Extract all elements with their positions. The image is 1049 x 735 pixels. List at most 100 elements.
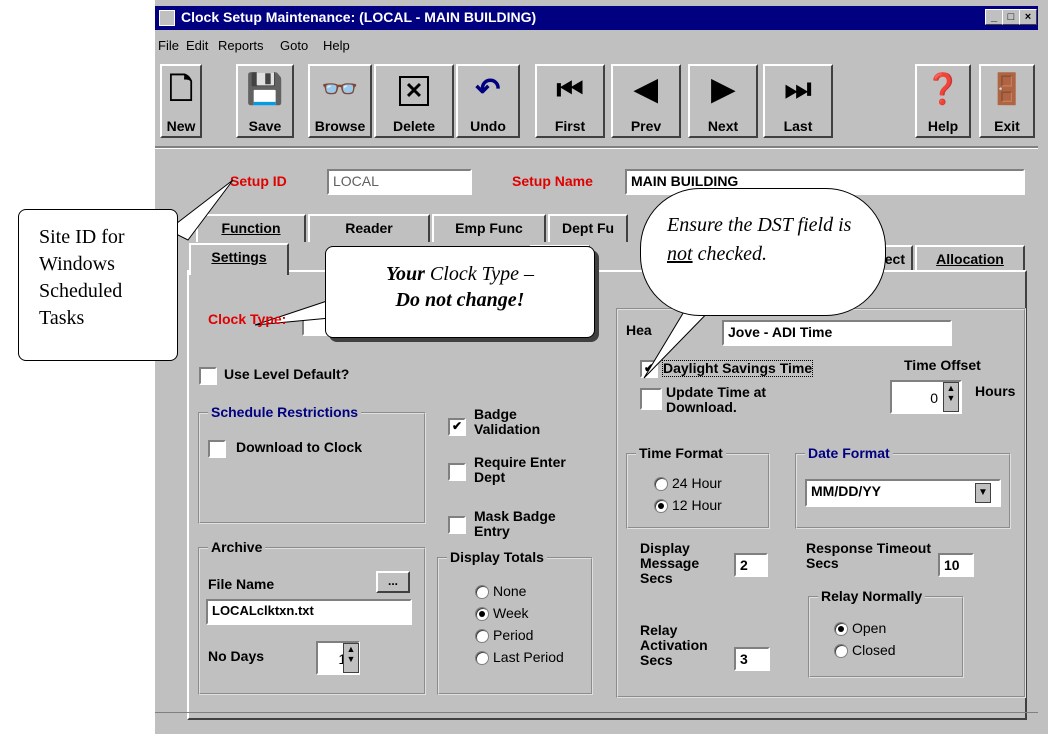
relay-closed-radio[interactable] (834, 644, 848, 658)
binoculars-icon: 👓 (321, 73, 359, 106)
archive-group: Archive File Name ... LOCALclktxn.txt No… (198, 539, 426, 695)
callout-dst-line2: checked. (692, 243, 767, 265)
header-field[interactable]: Jove - ADI Time (722, 320, 952, 346)
setup-name-label: Setup Name (512, 173, 593, 189)
title-bar: Clock Setup Maintenance: (LOCAL - MAIN B… (155, 6, 1038, 30)
download-to-clock-label: Download to Clock (236, 439, 362, 455)
first-button[interactable]: ⏮ First (535, 64, 605, 138)
delete-label: Delete (392, 118, 436, 134)
totals-period-radio[interactable] (475, 629, 489, 643)
save-button[interactable]: 💾 Save (236, 64, 294, 138)
menu-file[interactable]: File (158, 38, 179, 53)
display-totals-group: Display Totals None Week Period Last Per… (437, 549, 593, 695)
totals-none-radio[interactable] (475, 585, 489, 599)
relay-open-label: Open (852, 620, 887, 636)
help-label: Help (927, 118, 959, 134)
tab-emp-func[interactable]: Emp Func (432, 214, 546, 242)
floppy-disk-icon: 💾 (246, 73, 284, 106)
undo-button[interactable]: ↶ Undo (456, 64, 520, 138)
minimize-button[interactable]: _ (985, 9, 1003, 25)
callout-dst-line1: Ensure the DST field is (667, 214, 852, 236)
date-format-select[interactable]: MM/DD/YY (805, 479, 1001, 507)
relay-closed-label: Closed (852, 642, 896, 658)
date-format-dropdown-icon[interactable]: ▼ (975, 483, 991, 503)
time-offset-label: Time Offset (904, 357, 981, 373)
download-to-clock-checkbox[interactable] (208, 440, 226, 458)
relay-activation-label: Relay Activation Secs (640, 622, 708, 668)
relay-normally-title: Relay Normally (818, 588, 926, 604)
delete-button[interactable]: ✕ Delete (374, 64, 454, 138)
tab-allocation[interactable]: Allocation (915, 245, 1025, 273)
response-timeout-label: Response Timeout Secs (806, 540, 931, 571)
no-days-label: No Days (208, 648, 265, 664)
time-offset-spinner[interactable]: ▲ ▼ (943, 382, 959, 412)
totals-week-radio[interactable] (475, 607, 489, 621)
dst-checkbox[interactable]: ✔ (640, 360, 658, 378)
badge-validation-checkbox[interactable]: ✔ (448, 418, 466, 436)
mask-badge-entry-checkbox[interactable] (448, 516, 466, 534)
time-12-radio[interactable] (654, 499, 668, 513)
callout-clock-type-your: Your (386, 263, 425, 285)
archive-title: Archive (208, 539, 266, 555)
totals-none-label: None (493, 583, 527, 599)
new-document-icon: 🗋 (168, 73, 194, 106)
undo-arrow-icon: ↶ (475, 73, 501, 106)
file-browse-button[interactable]: ... (376, 571, 410, 593)
time-24-label: 24 Hour (672, 475, 722, 491)
system-menu-icon[interactable] (159, 10, 175, 26)
callout-clock-type-mid: Clock Type – (424, 263, 534, 285)
use-level-default-checkbox[interactable] (199, 367, 217, 385)
tab-dept-func[interactable]: Dept Fu (548, 214, 628, 242)
date-format-title: Date Format (805, 445, 893, 461)
close-button[interactable]: × (1019, 9, 1037, 25)
status-bar (155, 712, 1038, 735)
first-record-icon: ⏮ (556, 73, 584, 106)
file-name-field[interactable]: LOCALclktxn.txt (206, 599, 412, 625)
tab-function[interactable]: Function (196, 214, 306, 242)
browse-button[interactable]: 👓 Browse (308, 64, 372, 138)
dst-label: Daylight Savings Time (662, 360, 814, 377)
badge-validation-label: Badge Validation (474, 406, 541, 437)
totals-last-period-radio[interactable] (475, 651, 489, 665)
totals-last-period-label: Last Period (493, 649, 564, 665)
time-24-radio[interactable] (654, 477, 668, 491)
setup-id-field[interactable]: LOCAL (327, 169, 472, 195)
menu-reports[interactable]: Reports (218, 38, 264, 53)
response-timeout-field[interactable]: 10 (938, 553, 974, 577)
file-name-label: File Name (208, 576, 275, 592)
last-record-icon: ⏭ (784, 73, 812, 106)
require-enter-dept-checkbox[interactable] (448, 463, 466, 481)
delete-x-icon: ✕ (399, 76, 429, 106)
time-format-title: Time Format (636, 445, 726, 461)
relay-open-radio[interactable] (834, 622, 848, 636)
menu-goto[interactable]: Goto (280, 38, 308, 53)
update-time-checkbox[interactable] (640, 388, 662, 410)
update-time-label: Update Time at Download. (666, 384, 767, 415)
prev-button[interactable]: ◀ Prev (611, 64, 681, 138)
menu-edit[interactable]: Edit (186, 38, 208, 53)
totals-week-label: Week (493, 605, 529, 621)
help-button[interactable]: ❓ Help (915, 64, 971, 138)
new-button[interactable]: 🗋 New (160, 64, 202, 138)
tab-settings[interactable]: Settings (189, 243, 289, 275)
toolbar-divider (155, 146, 1038, 149)
mask-badge-entry-label: Mask Badge Entry (474, 508, 556, 539)
next-record-icon: ▶ (711, 73, 735, 106)
exit-button[interactable]: 🚪 Exit (979, 64, 1035, 138)
schedule-restrictions-group: Schedule Restrictions Download to Clock (198, 404, 426, 524)
exit-door-icon: 🚪 (988, 73, 1026, 106)
callout-dst-not: not (667, 243, 693, 265)
maximize-button[interactable]: □ (1002, 9, 1020, 25)
display-message-field[interactable]: 2 (734, 553, 768, 577)
relay-activation-field[interactable]: 3 (734, 647, 770, 671)
save-label: Save (248, 118, 282, 134)
totals-period-label: Period (493, 627, 534, 643)
first-label: First (554, 118, 586, 134)
next-button[interactable]: ▶ Next (688, 64, 758, 138)
last-button[interactable]: ⏭ Last (763, 64, 833, 138)
no-days-spinner[interactable]: ▲ ▼ (343, 643, 359, 673)
menu-help[interactable]: Help (323, 38, 350, 53)
help-book-icon: ❓ (924, 73, 962, 106)
tab-reader[interactable]: Reader (308, 214, 430, 242)
schedule-restrictions-title: Schedule Restrictions (208, 404, 362, 420)
